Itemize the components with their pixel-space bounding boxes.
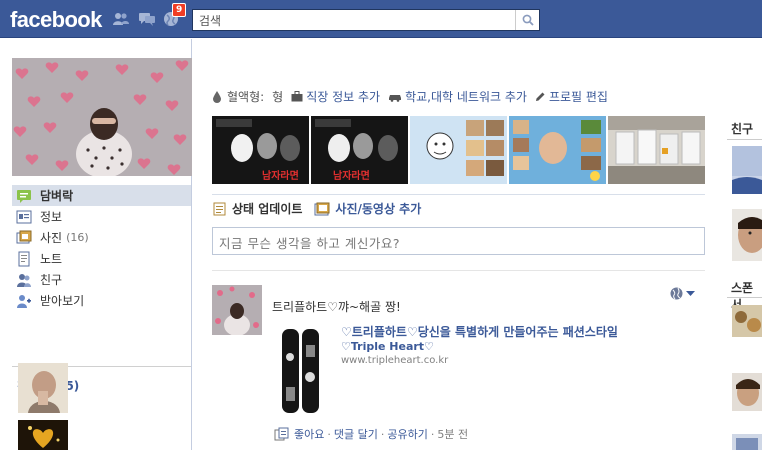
attachment-url: www.tripleheart.co.kr	[341, 355, 449, 366]
blood-type-label: 혈액형:	[227, 90, 265, 104]
sponsored-ad-thumbnail[interactable]	[732, 373, 762, 411]
add-photo-video-label: 사진/동영상 추가	[335, 202, 422, 216]
status-icon	[213, 202, 226, 215]
sidebar-item-wall[interactable]: 담벼락	[12, 185, 191, 206]
separator: ·	[430, 427, 435, 441]
sponsored-ad-thumbnail[interactable]	[732, 305, 762, 337]
messages-icon[interactable]	[138, 11, 156, 27]
profile-info-row: 혈액형: 형 직장 정보 추가 학교,대학 네트워크 추가 프로필 편집	[213, 88, 608, 105]
story-author-avatar[interactable]	[212, 285, 262, 335]
attachment-subtitle[interactable]: ♡Triple Heart♡	[341, 340, 434, 353]
sponsored-ad-thumbnail[interactable]	[732, 434, 762, 450]
notification-count-badge: 9	[172, 3, 187, 17]
sidebar-item-subscriptions[interactable]: 받아보기	[12, 290, 191, 311]
friend-requests-icon[interactable]	[112, 11, 130, 27]
search-box	[192, 9, 540, 31]
sidebar-item-label: 노트	[40, 252, 63, 266]
sidebar-item-label: 담벼락	[40, 189, 74, 203]
top-bar: facebook 9	[0, 0, 762, 38]
recent-photo[interactable]	[410, 116, 507, 184]
sidebar-item-photos[interactable]: 사진 (16)	[12, 227, 191, 248]
photos-icon	[16, 230, 32, 243]
sidebar-item-label: 친구	[40, 273, 63, 287]
blood-drop-icon	[213, 90, 221, 103]
left-column: 담벼락 정보 사진 (16) 노트 친구 받아보기 친구 (275)	[0, 39, 192, 450]
status-update-tab[interactable]: 상태 업데이트	[213, 200, 302, 217]
stream-divider	[212, 270, 705, 271]
sidebar-item-label: 사진	[40, 231, 63, 245]
subscriptions-icon	[17, 294, 31, 308]
story-actions: 좋아요 · 댓글 달기 · 공유하기 · 5분 전	[274, 426, 468, 442]
friend-thumbnail[interactable]	[18, 420, 68, 450]
right-friends-heading: 친구	[731, 122, 754, 136]
story-message: 트리플하트♡꺄~해골 짱!	[272, 300, 401, 314]
share-link[interactable]: 공유하기	[387, 426, 427, 442]
add-photo-video-tab[interactable]: 사진/동영상 추가	[314, 200, 421, 217]
attachment-thumbnail[interactable]	[280, 327, 322, 415]
privacy-menu[interactable]	[670, 287, 695, 300]
right-friend-thumbnail[interactable]	[732, 146, 762, 194]
search-input[interactable]	[193, 10, 517, 30]
chevron-down-icon	[686, 290, 695, 296]
notes-icon	[18, 251, 30, 266]
wall-icon	[17, 189, 31, 203]
facebook-logo[interactable]: facebook	[10, 7, 102, 33]
photo-strip: 남자라면 남자라면	[212, 116, 705, 184]
like-link[interactable]: 좋아요	[294, 426, 324, 442]
story-timestamp[interactable]: 5분 전	[437, 426, 468, 442]
sidebar-item-label: 받아보기	[40, 294, 85, 308]
friend-thumbnail[interactable]	[18, 363, 68, 413]
globe-icon	[670, 287, 683, 300]
profile-nav: 담벼락 정보 사진 (16) 노트 친구 받아보기	[12, 185, 191, 311]
sidebar-item-label: 정보	[40, 210, 63, 224]
photo-caption: 남자라면	[262, 169, 299, 182]
right-column: 친구 스폰서	[727, 39, 762, 450]
friends-icon	[17, 273, 31, 287]
add-school-label: 학교,대학 네트워크 추가	[405, 90, 527, 104]
recent-photo[interactable]: 남자라면	[311, 116, 408, 184]
sidebar-item-info[interactable]: 정보	[12, 206, 191, 227]
attachment-title[interactable]: ♡트리플하트♡당신을 특별하게 만들어주는 패션스타일	[341, 323, 618, 340]
sidebar-item-friends[interactable]: 친구	[12, 269, 191, 290]
info-icon	[16, 210, 32, 223]
composer-tabs: 상태 업데이트 사진/동영상 추가	[213, 200, 433, 217]
add-school-link[interactable]: 학교,대학 네트워크 추가	[388, 88, 527, 105]
school-icon	[389, 94, 402, 102]
status-composer-input[interactable]: 지금 무슨 생각을 하고 계신가요?	[212, 227, 705, 255]
profile-picture[interactable]	[12, 58, 192, 176]
recent-photo[interactable]: 남자라면	[212, 116, 309, 184]
blood-type-value: 형	[272, 90, 284, 104]
separator: ·	[327, 427, 331, 441]
status-update-label: 상태 업데이트	[232, 202, 303, 216]
add-work-link[interactable]: 직장 정보 추가	[291, 88, 380, 105]
edit-profile-label: 프로필 편집	[548, 90, 608, 104]
photo-count: (16)	[66, 231, 89, 244]
right-friend-thumbnail[interactable]	[732, 209, 762, 261]
comment-link[interactable]: 댓글 달기	[334, 426, 378, 442]
separator: ·	[380, 427, 385, 441]
photo-video-icon	[314, 202, 330, 215]
photo-caption: 남자라면	[333, 169, 370, 182]
edit-profile-link[interactable]: 프로필 편집	[535, 88, 608, 105]
link-share-icon	[274, 427, 289, 441]
add-work-label: 직장 정보 추가	[306, 90, 381, 104]
search-button[interactable]	[515, 10, 539, 30]
recent-photo[interactable]	[509, 116, 606, 184]
right-divider	[727, 297, 762, 298]
pencil-icon	[535, 92, 545, 101]
composer-divider	[212, 194, 705, 195]
recent-photo[interactable]	[608, 116, 705, 184]
search-icon	[522, 14, 534, 26]
briefcase-icon	[291, 91, 303, 102]
sidebar-item-notes[interactable]: 노트	[12, 248, 191, 269]
right-divider	[727, 139, 762, 140]
